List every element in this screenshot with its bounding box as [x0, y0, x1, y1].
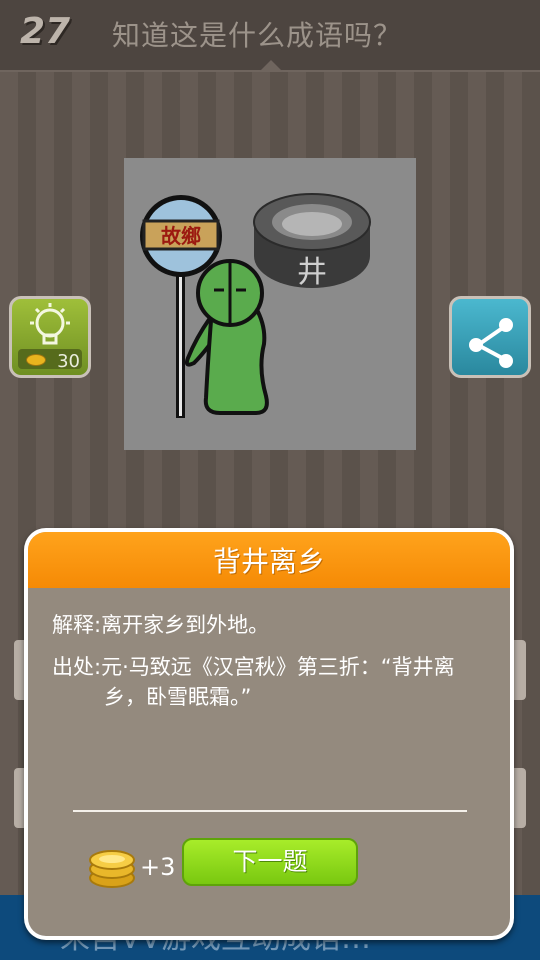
answer-dialog: 背井离乡 解释:离开家乡到外地。 出处:元·马致远《汉宫秋》第三折：“背井离乡，… — [24, 528, 514, 940]
source-text: 出处:元·马致远《汉宫秋》第三折：“背井离乡，卧雪眠霜。” — [52, 652, 492, 712]
meaning-label: 解释: — [52, 613, 102, 637]
header-pointer — [259, 60, 283, 72]
question-text: 知道这是什么成语吗？ — [112, 19, 403, 52]
share-button[interactable] — [449, 296, 531, 378]
coin-icon — [26, 354, 46, 366]
meaning-text: 解释:离开家乡到外地。 — [52, 610, 492, 640]
source-value: 元·马致远《汉宫秋》第三折：“背井离乡，卧雪眠霜。” — [101, 655, 455, 709]
coins-icon — [89, 850, 135, 888]
puzzle-image: 故鄉 井 — [124, 158, 416, 450]
meaning-value: 离开家乡到外地。 — [101, 613, 270, 637]
coin-reward: +3 — [140, 853, 176, 881]
next-question-button[interactable]: 下一题 — [182, 838, 358, 886]
sign-text: 故鄉 — [161, 224, 201, 248]
hint-button[interactable]: 30 — [9, 296, 91, 378]
share-icon — [469, 318, 513, 368]
lightbulb-icon — [30, 303, 70, 345]
well-text: 井 — [297, 255, 327, 290]
source-label: 出处: — [52, 655, 102, 679]
divider — [73, 810, 467, 812]
answer-dialog-body: 背井离乡 解释:离开家乡到外地。 出处:元·马致远《汉宫秋》第三折：“背井离乡，… — [28, 532, 510, 936]
idiom-answer: 背井离乡 — [212, 545, 325, 578]
hint-cost: 30 — [57, 351, 80, 372]
level-number: 27 — [20, 11, 71, 52]
